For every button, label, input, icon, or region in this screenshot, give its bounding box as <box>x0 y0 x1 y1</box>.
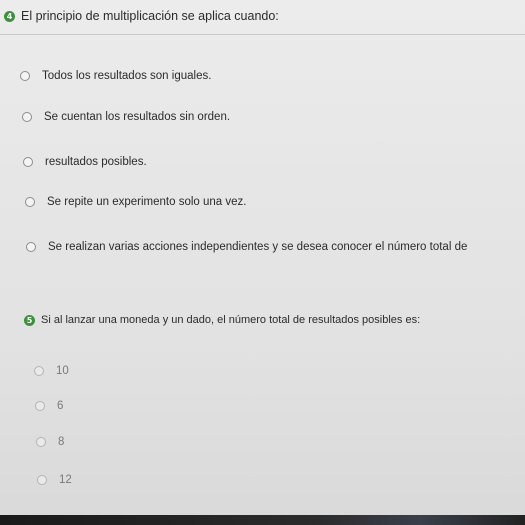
radio-button[interactable] <box>22 112 32 122</box>
radio-button[interactable] <box>35 401 45 411</box>
option-label: resultados posibles. <box>45 156 147 168</box>
radio-button[interactable] <box>36 437 46 447</box>
question-1-option-5[interactable]: Se realizan varias acciones independient… <box>26 241 467 253</box>
option-label: 12 <box>59 474 72 486</box>
radio-button[interactable] <box>37 475 47 485</box>
radio-button[interactable] <box>26 242 36 252</box>
option-label: Se realizan varias acciones independient… <box>48 241 468 253</box>
question-2-option-4[interactable]: 12 <box>37 474 72 486</box>
question-1-option-1[interactable]: Todos los resultados son iguales. <box>20 70 211 82</box>
radio-button[interactable] <box>25 197 35 207</box>
question-2-header: 5 Si al lanzar una moneda y un dado, el … <box>24 314 420 326</box>
question-1-option-4[interactable]: Se repite un experimento solo una vez. <box>25 196 246 208</box>
option-label: 8 <box>58 436 65 448</box>
question-1-text: El principio de multiplicación se aplica… <box>21 9 279 23</box>
question-1-header: 4 El principio de multiplicación se apli… <box>4 9 279 23</box>
radio-button[interactable] <box>20 71 30 81</box>
question-1-option-3[interactable]: resultados posibles. <box>23 156 147 168</box>
option-label: Se cuentan los resultados sin orden. <box>44 111 231 123</box>
question-2-option-2[interactable]: 6 <box>35 400 63 412</box>
option-label: Todos los resultados son iguales. <box>42 70 212 82</box>
option-label: Se repite un experimento solo una vez. <box>47 196 247 208</box>
question-divider <box>0 34 525 35</box>
screen-bottom-edge <box>0 515 525 525</box>
question-2-number-badge: 5 <box>24 314 35 326</box>
option-label: 6 <box>57 400 64 412</box>
question-2-option-3[interactable]: 8 <box>36 436 64 448</box>
question-1-option-2[interactable]: Se cuentan los resultados sin orden. <box>22 111 230 123</box>
quiz-page: 4 El principio de multiplicación se apli… <box>0 0 525 525</box>
question-2-option-1[interactable]: 10 <box>34 365 69 377</box>
question-1-number-badge: 4 <box>4 10 15 22</box>
radio-button[interactable] <box>34 366 44 376</box>
question-2-text: Si al lanzar una moneda y un dado, el nú… <box>41 314 421 326</box>
radio-button[interactable] <box>23 157 33 167</box>
option-label: 10 <box>56 365 69 377</box>
